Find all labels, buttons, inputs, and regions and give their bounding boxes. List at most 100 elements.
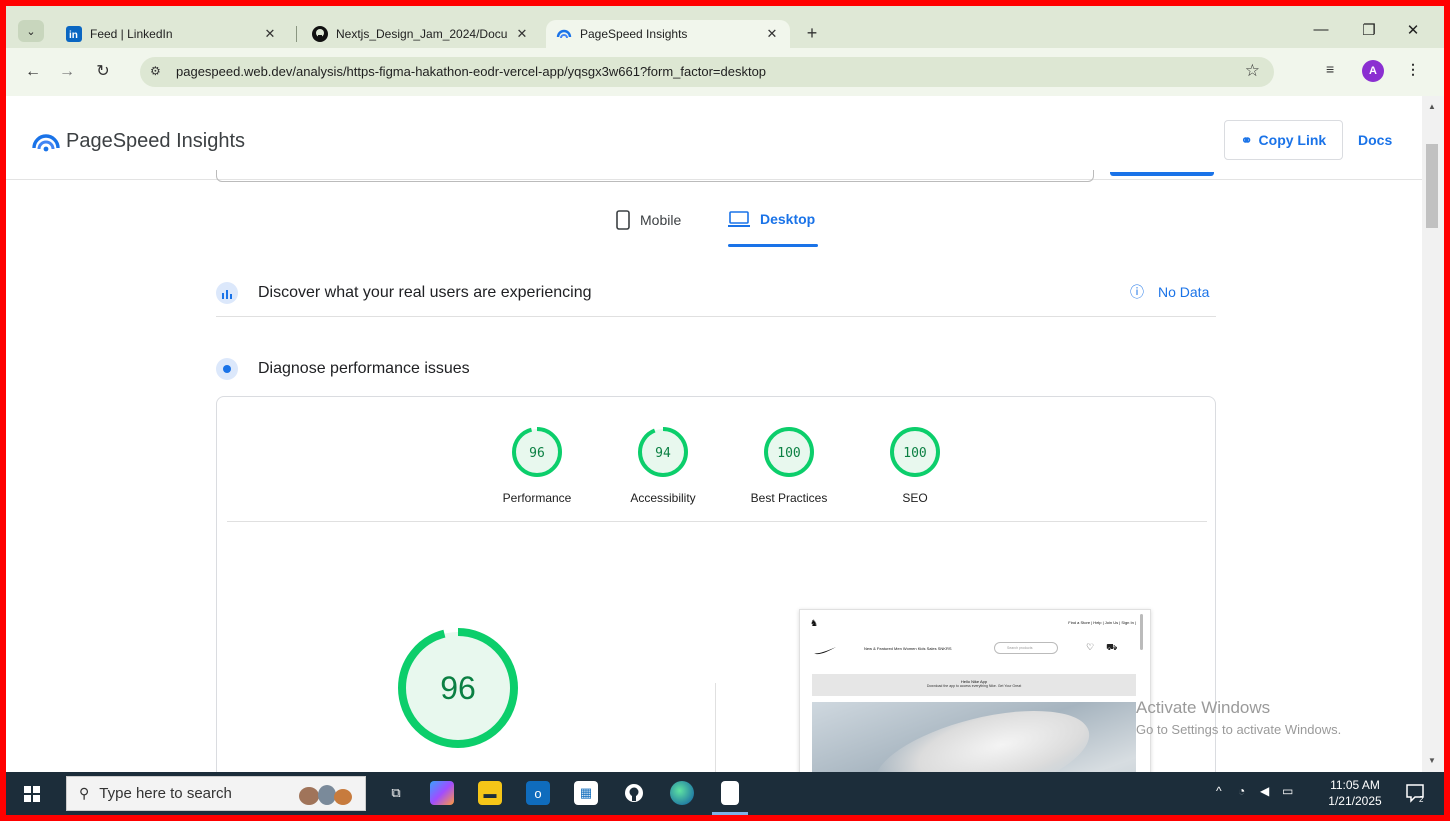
tab-close-icon[interactable]: ✕ <box>262 26 278 42</box>
tab-mobile[interactable]: Mobile <box>616 210 681 230</box>
score-ring: 96 <box>512 427 562 477</box>
preview-nav: New & Featured Men Women Kids Sales SNKR… <box>800 634 1150 664</box>
windows-start-icon[interactable] <box>24 786 40 802</box>
notepad-icon[interactable] <box>721 781 739 805</box>
outlook-icon[interactable]: o <box>526 781 550 805</box>
windows-taskbar: ⚲ Type here to search ⧉ ▬ o ▦ ^ ◔ ◀ ▭ 11… <box>6 772 1444 815</box>
page-scrollbar[interactable]: ▲ ▼ <box>1422 96 1444 772</box>
site-info-icon[interactable]: ⚙ <box>150 64 161 78</box>
url-input[interactable] <box>216 170 1094 182</box>
new-tab-button[interactable]: + <box>802 23 822 44</box>
score-gauge-accessibility[interactable]: 94 Accessibility <box>613 425 713 505</box>
preview-hero-image <box>812 692 1136 772</box>
desktop-icon <box>728 211 750 227</box>
analyze-button[interactable] <box>1110 172 1214 176</box>
svg-text:in: in <box>69 30 78 41</box>
file-explorer-icon[interactable]: ▬ <box>478 781 502 805</box>
score-gauge-performance[interactable]: 96 Performance <box>487 425 587 505</box>
kebab-menu-icon[interactable]: ⋮ <box>1406 61 1420 78</box>
scroll-down-arrow-icon[interactable]: ▼ <box>1428 756 1436 765</box>
score-ring: 100 <box>764 427 814 477</box>
wifi-icon[interactable]: ◔ <box>1238 784 1245 798</box>
scrollbar-thumb[interactable] <box>1426 144 1438 228</box>
activate-windows-title: Activate Windows <box>1136 698 1271 717</box>
nike-swoosh-icon <box>814 644 836 658</box>
score-gauge-best-practices[interactable]: 100 Best Practices <box>739 425 839 505</box>
restore-button[interactable]: ❐ <box>1354 21 1384 39</box>
jordan-logo-icon: ♞ <box>810 618 819 628</box>
close-window-button[interactable]: ✕ <box>1398 21 1428 39</box>
score-value: 94 <box>655 446 671 461</box>
pagespeed-icon <box>556 26 572 42</box>
address-bar[interactable]: ⚙ pagespeed.web.dev/analysis/https-figma… <box>140 57 1274 87</box>
tab-close-icon[interactable]: ✕ <box>764 26 780 42</box>
preview-banner-subtitle: Download the app to access everything Ni… <box>926 684 1022 688</box>
link-icon: ⚭ <box>1240 131 1253 148</box>
github-desktop-icon[interactable] <box>622 781 646 805</box>
notification-center-icon[interactable]: 2 <box>1404 782 1426 804</box>
copy-link-button[interactable]: ⚭ Copy Link <box>1224 120 1343 160</box>
github-icon <box>312 26 328 42</box>
reload-icon[interactable]: ↻ <box>92 61 114 83</box>
preview-banner: Hello Nike App Download the app to acces… <box>812 674 1136 696</box>
reading-list-icon[interactable]: ≡ <box>1326 61 1334 77</box>
tab-desktop[interactable]: Desktop <box>728 210 815 228</box>
pagespeed-logo-icon <box>32 134 60 152</box>
bookmark-star-icon[interactable]: ☆ <box>1245 61 1260 81</box>
tab-search-button[interactable]: ⌄ <box>18 20 44 42</box>
store-icon[interactable]: ▦ <box>574 781 598 805</box>
taskbar-search[interactable]: ⚲ Type here to search <box>66 776 366 811</box>
lab-data-section: Diagnose performance issues <box>216 358 1216 380</box>
taskbar-clock[interactable]: 11:05 AM 1/21/2025 <box>1320 777 1390 809</box>
docs-link[interactable]: Docs <box>1358 132 1392 148</box>
no-data-indicator[interactable]: ⓘ No Data <box>1130 282 1209 302</box>
tab-strip: ⌄ in Feed | LinkedIn ✕ Nextjs_Design_Jam… <box>6 6 1444 48</box>
field-data-section: Discover what your real users are experi… <box>216 282 1216 304</box>
taskbar-search-placeholder: Type here to search <box>99 785 232 802</box>
tray-chevron-up-icon[interactable]: ^ <box>1216 784 1222 798</box>
tab-close-icon[interactable]: ✕ <box>514 26 530 42</box>
clock-date: 1/21/2025 <box>1328 794 1382 808</box>
forward-arrow-icon[interactable]: → <box>56 61 78 83</box>
preview-search: Search products <box>994 642 1058 654</box>
field-data-title: Discover what your real users are experi… <box>258 284 592 301</box>
tab-linkedin[interactable]: in Feed | LinkedIn ✕ <box>56 20 288 48</box>
preview-topbar: ♞ Find a Store | Help | Join Us | Sign I… <box>800 610 1150 634</box>
lab-data-title: Diagnose performance issues <box>258 360 470 377</box>
volume-icon[interactable]: ◀ <box>1260 784 1269 798</box>
minimize-button[interactable]: — <box>1306 21 1336 38</box>
copilot-icon[interactable] <box>430 781 454 805</box>
tab-mobile-label: Mobile <box>640 212 682 228</box>
page-screenshot-preview[interactable]: ♞ Find a Store | Help | Join Us | Sign I… <box>799 609 1151 772</box>
tab-title: Nextjs_Design_Jam_2024/Docur <box>336 27 508 41</box>
vertical-divider <box>715 683 716 772</box>
preview-heart-cart-icons: ♡⛟ <box>1086 642 1130 652</box>
address-url[interactable]: pagespeed.web.dev/analysis/https-figma-h… <box>176 64 766 79</box>
preview-banner-title: Hello Nike App <box>960 679 988 684</box>
score-value: 100 <box>903 446 926 461</box>
scroll-up-arrow-icon[interactable]: ▲ <box>1428 102 1436 111</box>
tab-github[interactable]: Nextjs_Design_Jam_2024/Docur ✕ <box>302 20 540 48</box>
score-label: Performance <box>502 491 572 505</box>
score-value: 100 <box>777 446 800 461</box>
info-icon: ⓘ <box>1130 284 1144 300</box>
tab-pagespeed[interactable]: PageSpeed Insights ✕ <box>546 20 790 48</box>
tab-desktop-label: Desktop <box>760 211 816 227</box>
search-icon: ⚲ <box>79 785 90 801</box>
score-label: Accessibility <box>630 491 696 505</box>
card-divider <box>227 521 1207 522</box>
section-divider <box>216 316 1216 317</box>
back-arrow-icon[interactable]: ← <box>22 61 44 83</box>
tab-title: Feed | LinkedIn <box>90 27 173 41</box>
edge-browser-icon[interactable] <box>670 781 694 805</box>
profile-avatar[interactable]: A <box>1362 60 1384 82</box>
task-view-icon[interactable]: ⧉ <box>384 781 408 805</box>
battery-icon[interactable]: ▭ <box>1282 784 1293 798</box>
mobile-icon <box>616 210 630 230</box>
activate-windows-subtitle: Go to Settings to activate Windows. <box>1136 722 1342 737</box>
big-score-value: 96 <box>440 670 476 706</box>
score-label: Best Practices <box>750 491 828 505</box>
score-gauge-seo[interactable]: 100 SEO <box>865 425 965 505</box>
tab-title: PageSpeed Insights <box>580 27 688 41</box>
preview-scrollbar <box>1140 614 1143 650</box>
